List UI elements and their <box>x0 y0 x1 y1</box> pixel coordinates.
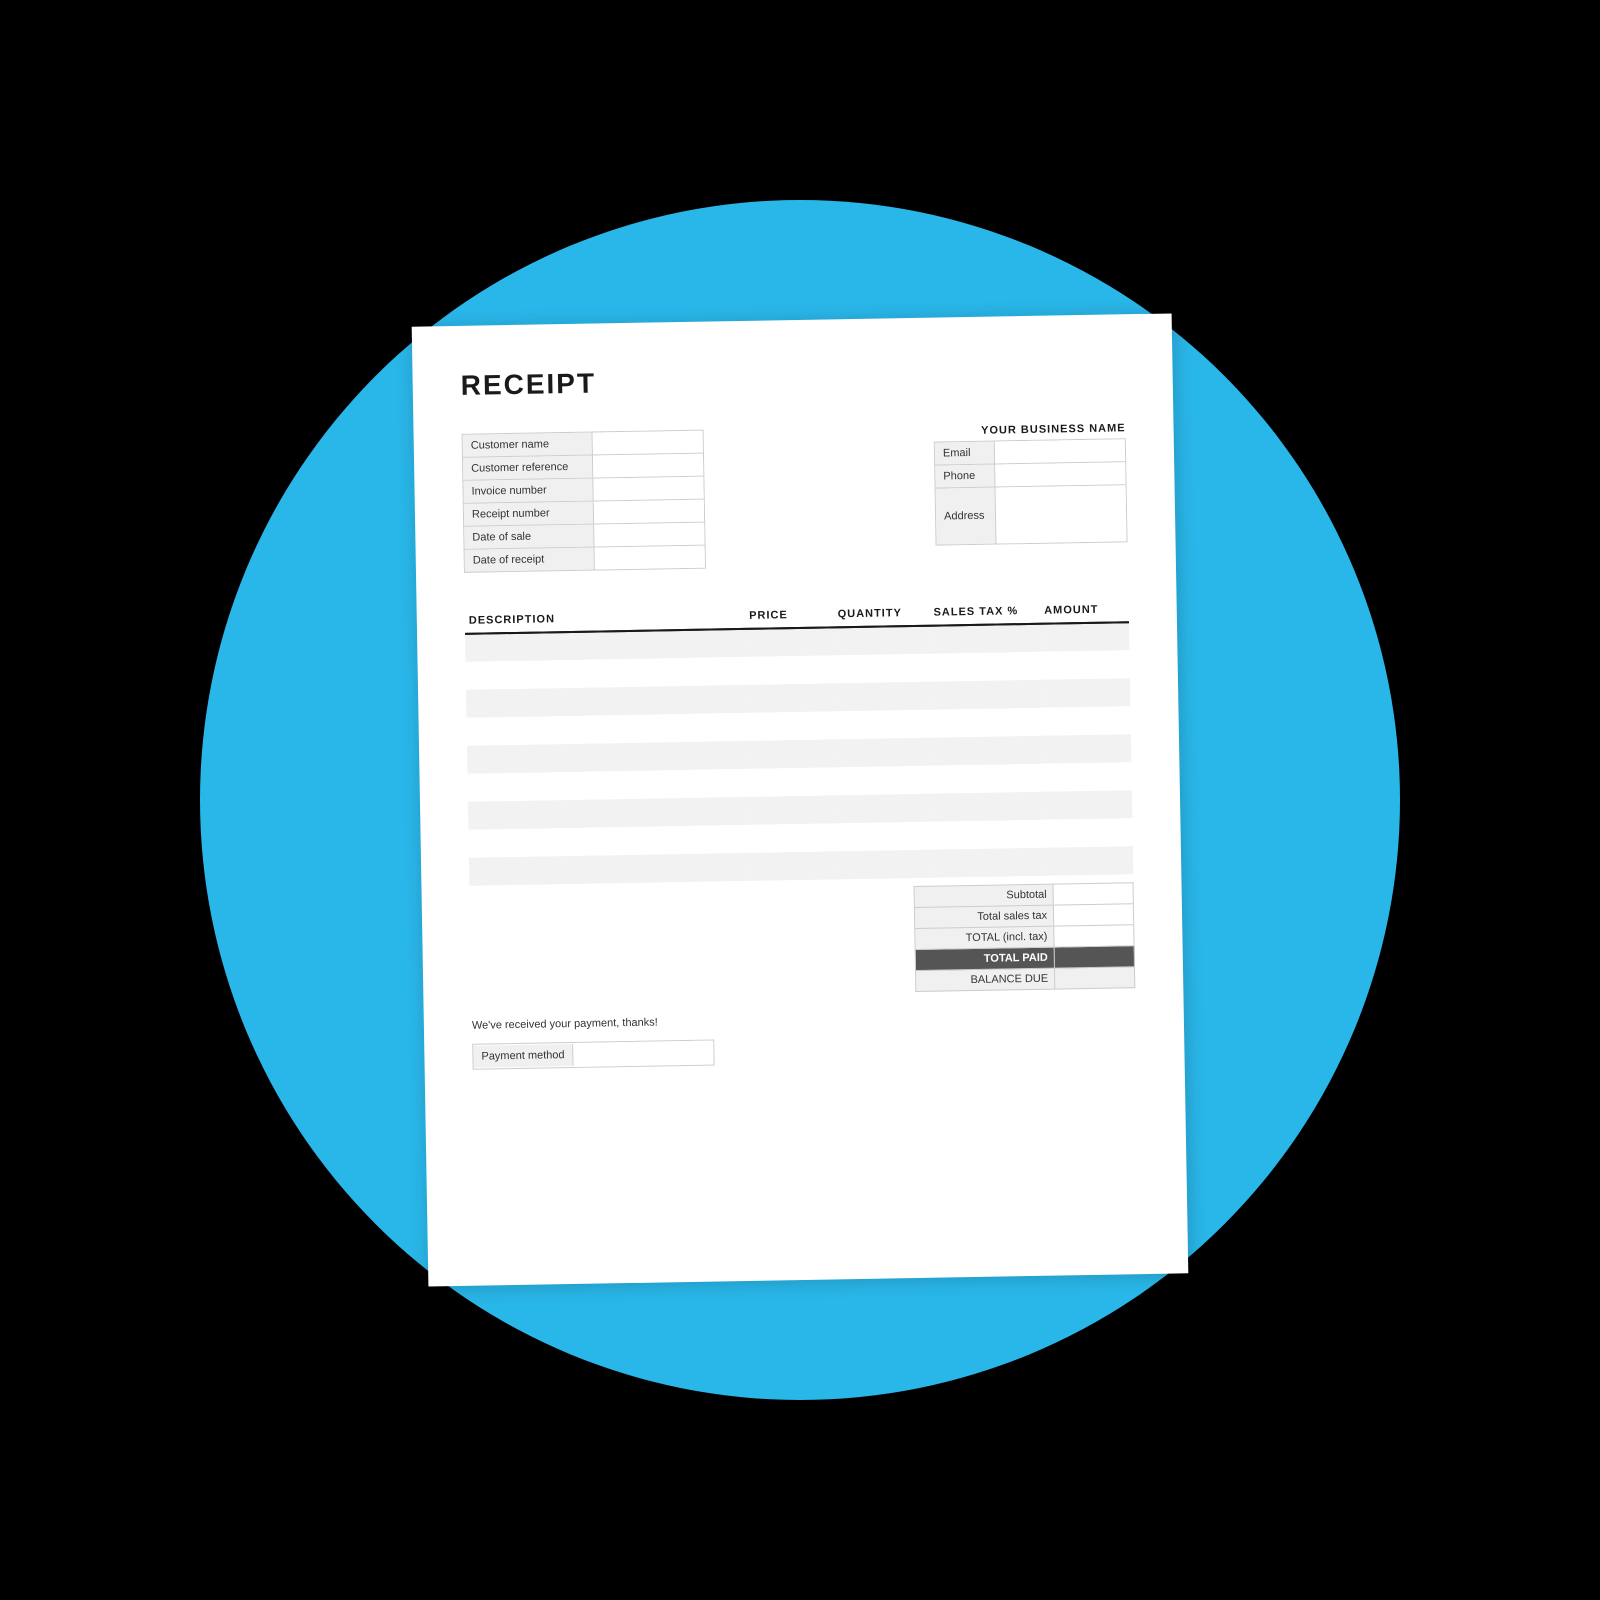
field-value[interactable] <box>594 500 704 524</box>
table-cell[interactable] <box>1042 734 1131 764</box>
background-circle: RECEIPT Customer nameCustomer referenceI… <box>200 200 1400 1400</box>
table-cell[interactable] <box>1040 622 1129 652</box>
customer-field-row: Date of receipt <box>464 545 706 573</box>
business-fields: EmailPhoneAddress <box>934 438 1128 545</box>
field-label: Customer reference <box>463 456 593 480</box>
table-cell[interactable] <box>932 764 1043 794</box>
totals-body: SubtotalTotal sales taxTOTAL (incl. tax)… <box>914 883 1135 992</box>
table-cell[interactable] <box>837 822 933 852</box>
table-cell[interactable] <box>1042 706 1131 736</box>
table-cell[interactable] <box>834 626 930 656</box>
receipt-document: RECEIPT Customer nameCustomer referenceI… <box>412 313 1189 1286</box>
table-cell[interactable] <box>933 820 1044 850</box>
table-cell[interactable] <box>747 739 836 769</box>
table-cell[interactable] <box>747 711 836 741</box>
field-value[interactable] <box>593 477 703 501</box>
table-cell[interactable] <box>933 792 1044 822</box>
biz-label: Email <box>935 442 995 465</box>
biz-value[interactable] <box>995 462 1125 486</box>
field-value[interactable] <box>595 546 705 570</box>
table-cell[interactable] <box>835 682 931 712</box>
field-label: Date of sale <box>464 525 594 549</box>
table-cell[interactable] <box>930 652 1041 682</box>
field-value[interactable] <box>593 454 703 478</box>
table-cell[interactable] <box>1043 790 1132 820</box>
table-cell[interactable] <box>746 655 835 685</box>
table-cell[interactable] <box>834 654 930 684</box>
table-cell[interactable] <box>1043 762 1132 792</box>
col-quantity: QUANTITY <box>833 601 929 628</box>
payment-method-value[interactable] <box>573 1041 713 1067</box>
table-cell[interactable] <box>469 853 750 886</box>
table-cell[interactable] <box>746 683 835 713</box>
field-value[interactable] <box>594 523 704 547</box>
field-label: Receipt number <box>464 502 594 526</box>
payment-method-row: Payment method <box>472 1040 715 1070</box>
business-section: YOUR BUSINESS NAME EmailPhoneAddress <box>905 422 1127 565</box>
table-cell[interactable] <box>749 851 838 881</box>
payment-method-label: Payment method <box>473 1044 574 1068</box>
totals-label: Total sales tax <box>914 905 1053 928</box>
col-amount: AMOUNT <box>1040 597 1129 624</box>
table-cell[interactable] <box>931 708 1042 738</box>
totals-value[interactable] <box>1054 946 1134 968</box>
totals-value[interactable] <box>1054 925 1134 947</box>
items-table: DESCRIPTION PRICE QUANTITY SALES TAX % A… <box>465 597 1134 886</box>
footer-left: We've received your payment, thanks! Pay… <box>472 1016 715 1070</box>
totals-label: TOTAL (incl. tax) <box>915 926 1054 949</box>
table-cell[interactable] <box>930 624 1041 654</box>
col-price: PRICE <box>745 602 834 629</box>
table-cell[interactable] <box>749 823 838 853</box>
business-name: YOUR BUSINESS NAME <box>981 422 1126 437</box>
field-value[interactable] <box>593 431 703 455</box>
table-cell[interactable] <box>748 767 837 797</box>
table-cell[interactable] <box>934 848 1045 878</box>
table-cell[interactable] <box>838 850 934 880</box>
table-cell[interactable] <box>835 710 931 740</box>
table-cell[interactable] <box>1041 650 1130 680</box>
biz-label: Phone <box>935 465 995 488</box>
totals-label: Subtotal <box>914 884 1053 907</box>
table-cell[interactable] <box>837 794 933 824</box>
field-label: Date of receipt <box>465 548 595 572</box>
totals-label: TOTAL PAID <box>915 947 1054 970</box>
totals-value[interactable] <box>1053 904 1133 926</box>
footer-section: We've received your payment, thanks! Pay… <box>472 1008 1137 1070</box>
business-field-row: Email <box>934 438 1126 464</box>
table-body <box>465 622 1133 886</box>
totals-section: SubtotalTotal sales taxTOTAL (incl. tax)… <box>470 882 1136 1000</box>
totals-table: SubtotalTotal sales taxTOTAL (incl. tax)… <box>914 882 1136 992</box>
table-cell[interactable] <box>932 736 1043 766</box>
table-cell[interactable] <box>1044 846 1133 876</box>
top-section: Customer nameCustomer referenceInvoice n… <box>462 422 1128 573</box>
table-cell[interactable] <box>745 627 834 657</box>
totals-value[interactable] <box>1054 967 1134 989</box>
table-cell[interactable] <box>1041 678 1130 708</box>
business-field-row: Phone <box>934 461 1126 487</box>
col-sales-tax: SALES TAX % <box>929 599 1040 626</box>
field-label: Customer name <box>463 433 593 457</box>
totals-row: BALANCE DUE <box>915 967 1134 992</box>
table-cell[interactable] <box>836 766 932 796</box>
business-field-row: Address <box>935 484 1128 545</box>
table-cell[interactable] <box>931 680 1042 710</box>
totals-value[interactable] <box>1053 883 1133 905</box>
table-cell[interactable] <box>836 738 932 768</box>
table-cell[interactable] <box>748 795 837 825</box>
biz-label: Address <box>936 488 997 545</box>
biz-value[interactable] <box>995 439 1125 463</box>
thank-you-message: We've received your payment, thanks! <box>472 1016 714 1032</box>
receipt-title: RECEIPT <box>460 358 1124 402</box>
table-cell[interactable] <box>1044 818 1133 848</box>
field-label: Invoice number <box>463 479 593 503</box>
totals-label: BALANCE DUE <box>915 968 1054 991</box>
customer-fields: Customer nameCustomer referenceInvoice n… <box>462 430 706 573</box>
biz-value[interactable] <box>996 485 1127 543</box>
